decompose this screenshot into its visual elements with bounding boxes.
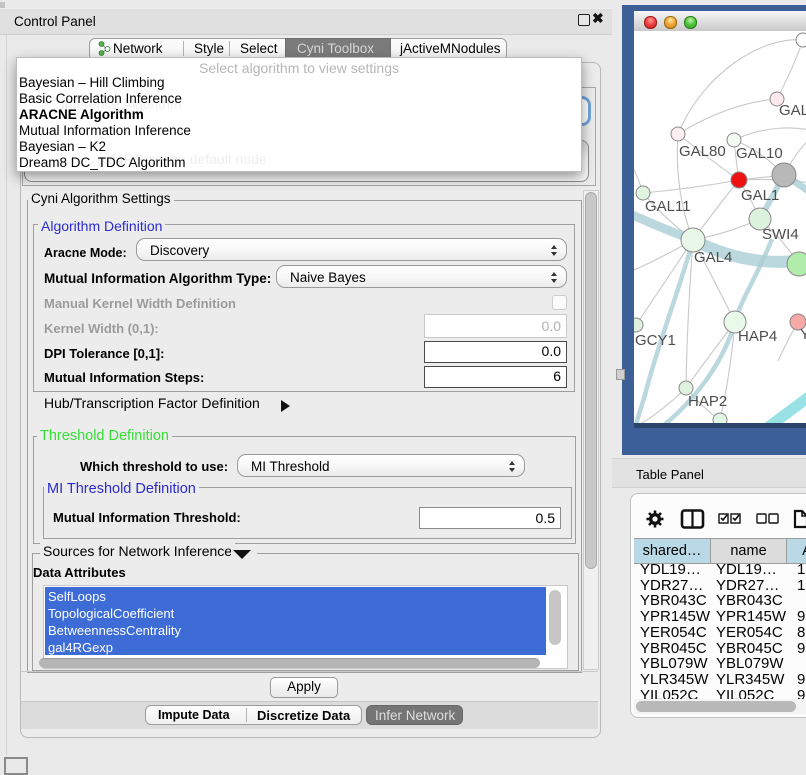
svg-text:SWI4: SWI4 [762,226,799,243]
svg-text:GAL4: GAL4 [694,249,732,266]
svg-text:GAL11: GAL11 [645,198,691,215]
svg-text:HAP2: HAP2 [688,393,727,410]
svg-text:GAL1: GAL1 [741,187,779,204]
svg-text:GCY1: GCY1 [635,332,676,349]
svg-text:HAP4: HAP4 [738,328,777,345]
svg-text:GAL: GAL [779,102,806,119]
svg-text:GAL10: GAL10 [736,145,783,162]
svg-text:Y: Y [800,326,806,343]
svg-text:GAL80: GAL80 [679,143,726,160]
